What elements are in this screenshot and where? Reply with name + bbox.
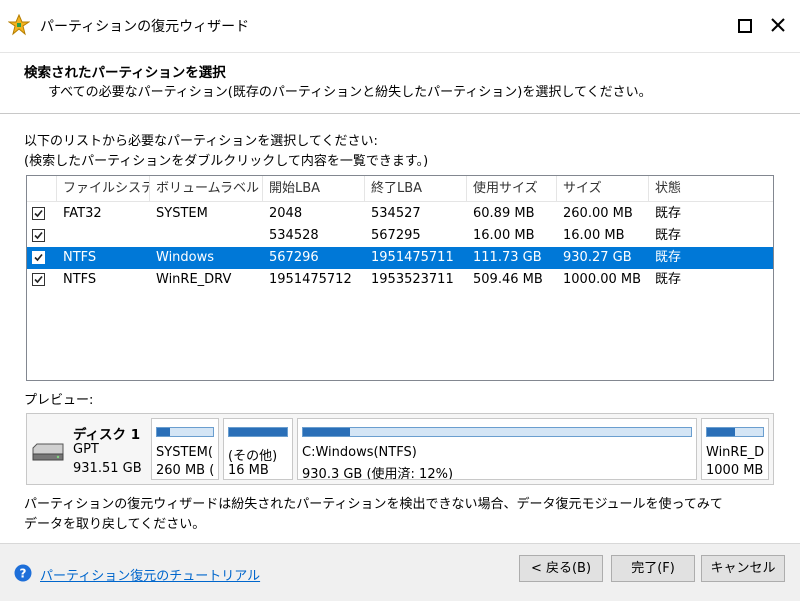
cell-filesystem: NTFS <box>63 272 97 287</box>
partition-usage-fill <box>157 428 170 436</box>
table-row[interactable]: FAT32 SYSTEM 2048 534527 60.89 MB 260.00 MB 既存 <box>27 203 773 225</box>
column-header-start-lba[interactable]: 開始LBA <box>263 176 365 201</box>
cell-volume-label: Windows <box>156 250 215 265</box>
cell-volume-label <box>150 225 263 247</box>
row-checkbox[interactable] <box>32 207 45 220</box>
maximize-icon <box>738 19 752 33</box>
disk-preview: ディスク 1 GPT 931.51 GB SYSTEM( 260 MB ( (そ… <box>26 413 774 485</box>
cell-filesystem: FAT32 <box>63 206 102 221</box>
close-button[interactable] <box>766 14 792 36</box>
cell-used-size: 509.46 MB <box>473 272 543 287</box>
header-subtitle: すべての必要なパーティション(既存のパーティションと紛失したパーティション)を選… <box>48 85 652 100</box>
cell-end-lba: 534527 <box>371 206 421 221</box>
partition-name: WinRE_D <box>706 445 765 460</box>
partition-name: SYSTEM( <box>156 445 213 460</box>
row-checkbox[interactable] <box>32 251 45 264</box>
partition-block-system[interactable]: SYSTEM( 260 MB ( <box>151 418 219 480</box>
cancel-button[interactable]: キャンセル <box>701 555 785 582</box>
footer-note-line-2: データを取り戻してください。 <box>24 517 206 532</box>
checkmark-icon <box>34 231 43 240</box>
window-title: パーティションの復元ウィザード <box>40 19 250 35</box>
cell-size: 16.00 MB <box>563 228 625 243</box>
maximize-button[interactable] <box>732 14 758 36</box>
wizard-header: 検索されたパーティションを選択 すべての必要なパーティション(既存のパーティショ… <box>0 53 800 113</box>
instruction-line-2: (検索したパーティションをダブルクリックして内容を一覧できます。) <box>24 154 429 169</box>
cell-filesystem: NTFS <box>63 250 97 265</box>
cell-volume-label: WinRE_DRV <box>156 272 232 287</box>
close-icon <box>771 18 785 32</box>
cell-volume-label: SYSTEM <box>156 206 208 221</box>
svg-text:?: ? <box>20 567 27 581</box>
wizard-app-icon <box>8 14 30 36</box>
partition-info: 16 MB <box>228 463 269 478</box>
column-header-size[interactable]: サイズ <box>557 176 649 201</box>
partition-usage-fill <box>707 428 735 436</box>
partition-usage-bar <box>156 427 214 437</box>
disk-name: ディスク 1 <box>73 427 141 443</box>
partition-block-winre[interactable]: WinRE_D 1000 MB <box>701 418 769 480</box>
cell-status: 既存 <box>655 272 682 287</box>
column-header-check[interactable] <box>27 176 57 201</box>
table-row[interactable]: NTFS WinRE_DRV 1951475712 1953523711 509.46 … <box>27 269 773 291</box>
cell-used-size: 60.89 MB <box>473 206 535 221</box>
partition-usage-bar <box>302 427 692 437</box>
cell-used-size: 111.73 GB <box>473 250 542 265</box>
partition-usage-bar <box>228 427 288 437</box>
column-header-end-lba[interactable]: 終了LBA <box>365 176 467 201</box>
column-header-volume-label[interactable]: ボリュームラベル <box>150 176 263 201</box>
table-row[interactable]: 534528 567295 16.00 MB 16.00 MB 既存 <box>27 225 773 247</box>
partition-name: (その他) <box>228 449 278 464</box>
question-circle-icon[interactable]: ? <box>14 564 32 582</box>
cell-start-lba: 2048 <box>269 206 303 221</box>
cell-end-lba: 1953523711 <box>371 272 454 287</box>
partition-list[interactable]: ファイルシステム ボリュームラベル 開始LBA 終了LBA 使用サイズ サイズ … <box>26 175 774 381</box>
tutorial-link[interactable]: パーティション復元のチュートリアル <box>40 565 260 584</box>
list-header: ファイルシステム ボリュームラベル 開始LBA 終了LBA 使用サイズ サイズ … <box>27 176 773 202</box>
cell-status: 既存 <box>655 206 682 221</box>
column-header-used-size[interactable]: 使用サイズ <box>467 176 557 201</box>
column-header-filesystem[interactable]: ファイルシステム <box>57 176 150 201</box>
cell-end-lba: 567295 <box>371 228 421 243</box>
back-button[interactable]: < 戻る(B) <box>519 555 603 582</box>
row-checkbox[interactable] <box>32 273 45 286</box>
cell-size: 260.00 MB <box>563 206 633 221</box>
cell-size: 1000.00 MB <box>563 272 642 287</box>
button-bar: ? パーティション復元のチュートリアル < 戻る(B) 完了(F) キャンセル <box>0 543 800 601</box>
finish-button[interactable]: 完了(F) <box>611 555 695 582</box>
cell-status: 既存 <box>655 250 682 265</box>
partition-block-windows[interactable]: C:Windows(NTFS) 930.3 GB (使用済: 12%) <box>297 418 697 480</box>
partition-usage-fill <box>229 428 287 436</box>
cell-filesystem <box>57 225 150 247</box>
partition-usage-fill <box>303 428 350 436</box>
cell-status: 既存 <box>655 228 682 243</box>
checkmark-icon <box>34 275 43 284</box>
column-header-status[interactable]: 状態 <box>649 176 773 201</box>
footer-note-line-1: パーティションの復元ウィザードは紛失されたパーティションを検出できない場合、デー… <box>24 497 723 512</box>
partition-info: 260 MB ( <box>156 463 215 478</box>
cell-used-size: 16.00 MB <box>473 228 535 243</box>
partition-info: 930.3 GB (使用済: 12%) <box>302 467 454 480</box>
disk-size: 931.51 GB <box>73 461 142 476</box>
checkmark-icon <box>34 209 43 218</box>
row-checkbox[interactable] <box>32 229 45 242</box>
checkmark-icon <box>34 253 43 262</box>
cell-size: 930.27 GB <box>563 250 632 265</box>
partition-block-other[interactable]: (その他) 16 MB <box>223 418 293 480</box>
partition-usage-bar <box>706 427 764 437</box>
title-bar: パーティションの復元ウィザード <box>0 0 800 53</box>
header-title: 検索されたパーティションを選択 <box>24 65 226 81</box>
header-divider <box>0 113 800 114</box>
partition-name: C:Windows(NTFS) <box>302 445 417 460</box>
partition-info: 1000 MB <box>706 463 764 478</box>
cell-start-lba: 567296 <box>269 250 319 265</box>
hard-disk-icon <box>32 443 64 461</box>
disk-type: GPT <box>73 442 99 457</box>
cell-start-lba: 1951475712 <box>269 272 352 287</box>
cell-end-lba: 1951475711 <box>371 250 454 265</box>
cell-start-lba: 534528 <box>269 228 319 243</box>
table-row[interactable]: NTFS Windows 567296 1951475711 111.73 GB 930.… <box>27 247 773 269</box>
instruction-line-1: 以下のリストから必要なパーティションを選択してください: <box>24 134 378 149</box>
preview-label: プレビュー: <box>24 393 94 408</box>
